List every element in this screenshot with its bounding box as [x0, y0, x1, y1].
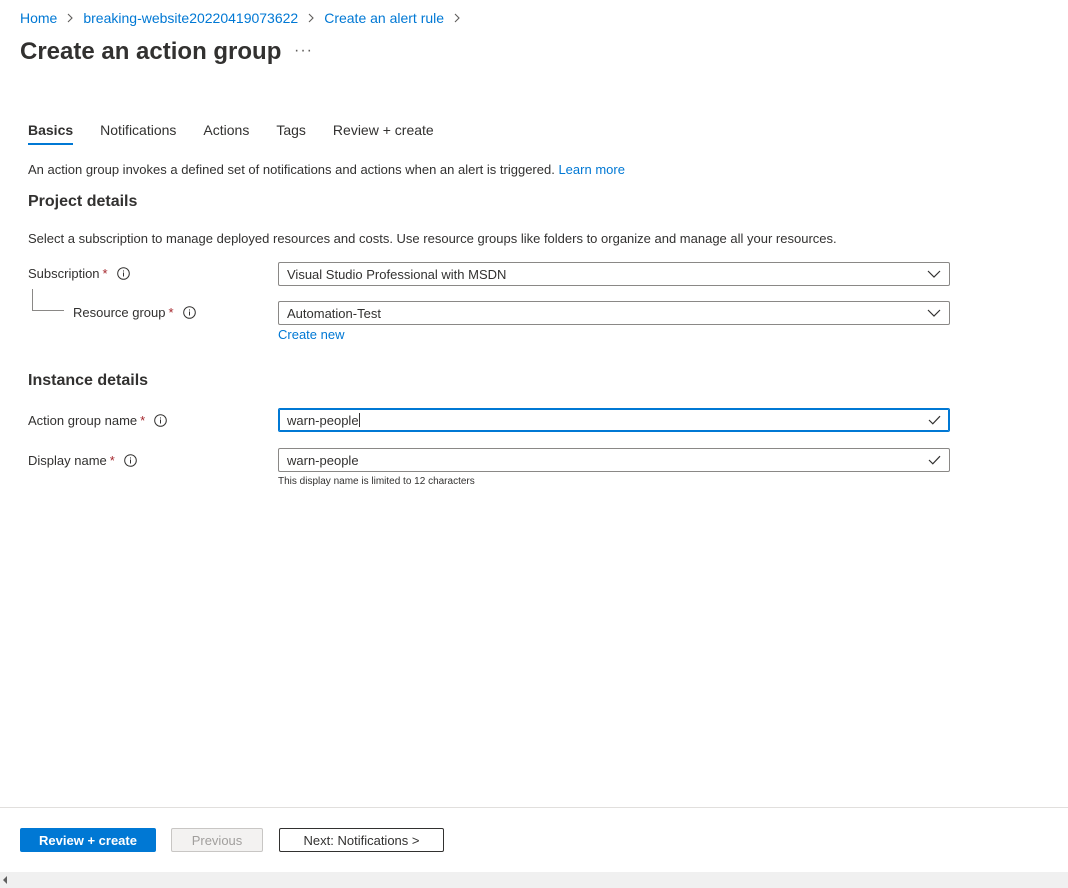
resource-group-select[interactable]: Automation-Test	[278, 301, 950, 325]
resource-group-value: Automation-Test	[287, 305, 381, 321]
subscription-label-text: Subscription	[28, 266, 100, 281]
breadcrumb-home[interactable]: Home	[20, 10, 57, 26]
learn-more-link[interactable]: Learn more	[558, 162, 624, 177]
tree-connector-vertical	[32, 289, 33, 311]
tree-connector-horizontal	[32, 310, 64, 311]
page-title: Create an action group	[20, 38, 282, 65]
resource-group-label: Resource group *	[73, 305, 196, 320]
footer-divider	[0, 807, 1068, 808]
tab-tags[interactable]: Tags	[276, 122, 306, 144]
action-group-name-label: Action group name *	[28, 413, 167, 428]
chevron-down-icon	[927, 270, 941, 278]
display-name-label: Display name *	[28, 453, 137, 468]
checkmark-icon	[928, 415, 941, 425]
more-options-icon[interactable]: ···	[294, 42, 313, 60]
tab-bar: Basics Notifications Actions Tags Review…	[28, 122, 461, 145]
subscription-label: Subscription *	[28, 266, 130, 281]
review-create-button[interactable]: Review + create	[20, 828, 156, 852]
tab-actions[interactable]: Actions	[203, 122, 249, 144]
intro-text: An action group invokes a defined set of…	[28, 162, 625, 177]
tab-review-create[interactable]: Review + create	[333, 122, 434, 144]
required-marker: *	[102, 266, 108, 281]
breadcrumb-alert-rule[interactable]: Create an alert rule	[324, 10, 444, 26]
required-marker: *	[109, 453, 115, 468]
breadcrumb: Home breaking-website20220419073622 Crea…	[20, 10, 470, 26]
required-marker: *	[140, 413, 146, 428]
chevron-right-icon	[453, 13, 461, 23]
action-group-name-input[interactable]: warn-people	[278, 408, 950, 432]
display-name-hint: This display name is limited to 12 chara…	[278, 476, 475, 487]
info-icon[interactable]	[154, 414, 167, 427]
display-name-input[interactable]: warn-people	[278, 448, 950, 472]
chevron-right-icon	[307, 13, 315, 23]
chevron-right-icon	[66, 13, 74, 23]
create-new-link[interactable]: Create new	[278, 327, 344, 342]
resource-group-label-text: Resource group	[73, 305, 166, 320]
tab-basics[interactable]: Basics	[28, 122, 74, 145]
info-icon[interactable]	[124, 454, 137, 467]
scroll-left-arrow-icon[interactable]	[3, 876, 7, 884]
chevron-down-icon	[927, 309, 941, 317]
next-notifications-button[interactable]: Next: Notifications >	[279, 828, 444, 852]
action-group-name-label-text: Action group name	[28, 413, 138, 428]
info-icon[interactable]	[116, 267, 130, 280]
previous-button[interactable]: Previous	[171, 828, 263, 852]
subscription-select[interactable]: Visual Studio Professional with MSDN	[278, 262, 950, 286]
action-group-name-value: warn-people	[287, 412, 359, 428]
project-details-heading: Project details	[28, 193, 138, 210]
text-cursor	[358, 413, 360, 427]
required-marker: *	[168, 305, 174, 320]
checkmark-icon	[928, 455, 941, 465]
subscription-value: Visual Studio Professional with MSDN	[287, 266, 507, 282]
display-name-value: warn-people	[287, 452, 359, 468]
info-icon[interactable]	[182, 306, 196, 319]
instance-details-heading: Instance details	[28, 372, 149, 389]
intro-description: An action group invokes a defined set of…	[28, 162, 555, 177]
project-details-description: Select a subscription to manage deployed…	[28, 231, 837, 246]
breadcrumb-website[interactable]: breaking-website20220419073622	[83, 10, 298, 26]
tab-notifications[interactable]: Notifications	[100, 122, 176, 144]
horizontal-scrollbar[interactable]	[0, 872, 1068, 888]
display-name-label-text: Display name	[28, 453, 107, 468]
